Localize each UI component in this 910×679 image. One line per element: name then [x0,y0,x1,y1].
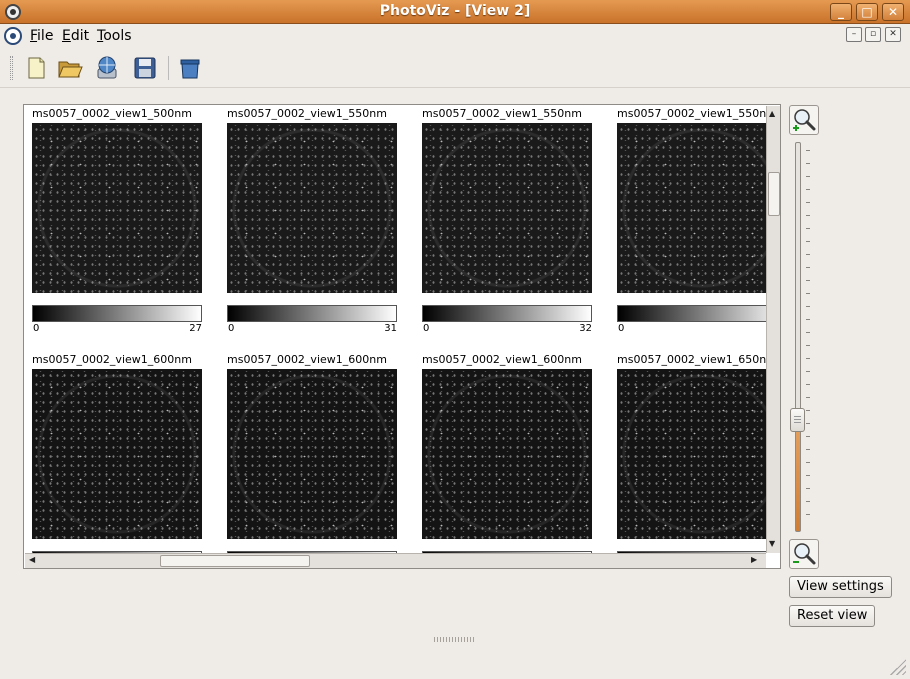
document-menu-icon[interactable] [4,27,22,45]
colorbar-min: 0 [423,323,430,334]
maximize-button[interactable]: □ [856,3,878,21]
window-resize-grip[interactable] [890,659,906,675]
menu-tools[interactable]: Tools [97,28,132,44]
image-label: ms0057_0002_view1_600nm [422,353,582,366]
image-preview[interactable] [227,123,397,293]
colorbar-max: 32 [579,323,592,334]
colorbar [227,305,397,322]
zoom-slider-ticks [806,150,810,526]
horizontal-scroll-thumb[interactable] [160,555,310,567]
scroll-down-icon[interactable]: ▼ [769,539,775,548]
colorbar-min: 0 [33,323,40,334]
zoom-out-button[interactable] [789,539,819,569]
image-preview[interactable] [422,123,592,293]
zoom-out-icon [793,543,816,565]
image-preview[interactable] [617,123,766,293]
new-document-icon[interactable] [22,54,50,82]
toolbar-grip[interactable] [10,56,13,80]
image-preview[interactable] [617,369,766,539]
image-preview[interactable] [227,369,397,539]
colorbar [32,305,202,322]
colorbar-min: 0 [228,323,235,334]
image-tile[interactable]: ms0057_0002_view1_600nm [422,353,602,553]
reset-view-button[interactable]: Reset view [789,605,876,627]
menu-file[interactable]: File [30,28,53,44]
save-disk-icon[interactable] [131,54,159,82]
splitter-handle[interactable] [434,637,474,642]
trash-icon[interactable] [176,54,204,82]
image-preview[interactable] [422,369,592,539]
image-label: ms0057_0002_view1_550nm [617,107,766,120]
image-label: ms0057_0002_view1_600nm [227,353,387,366]
zoom-slider-track[interactable] [795,142,801,532]
colorbar-min: 0 [618,323,625,334]
zoom-slider-handle[interactable] [790,408,805,432]
mdi-restore-button[interactable]: ▫ [865,27,881,42]
toolbar-separator [168,56,169,80]
colorbar-max: 31 [384,323,397,334]
image-tile[interactable]: ms0057_0002_view1_650nm [617,353,766,553]
image-label: ms0057_0002_view1_600nm [32,353,192,366]
image-tile[interactable]: ms0057_0002_view1_500nm 0 27 [32,107,212,347]
network-icon[interactable] [93,54,121,82]
image-tile[interactable]: ms0057_0002_view1_550nm 0 [617,107,766,347]
horizontal-scrollbar[interactable]: ◀ ▶ [25,553,766,568]
image-tile[interactable]: ms0057_0002_view1_600nm [227,353,407,553]
close-button[interactable]: ✕ [882,3,904,21]
image-label: ms0057_0002_view1_650nm [617,353,766,366]
minimize-button[interactable]: _ [830,3,852,21]
scroll-up-icon[interactable]: ▲ [769,109,775,118]
image-gallery: ms0057_0002_view1_500nm 0 27 ms0057_0002… [23,104,781,569]
colorbar [422,305,592,322]
mdi-close-button[interactable]: ✕ [885,27,901,42]
window-title: PhotoViz - [View 2] [379,3,531,19]
image-label: ms0057_0002_view1_550nm [422,107,582,120]
colorbar [617,305,766,322]
zoom-in-icon [793,109,816,131]
colorbar-max: 27 [189,323,202,334]
vertical-scrollbar[interactable]: ▲ ▼ [766,106,780,553]
vertical-scroll-thumb[interactable] [768,172,780,216]
image-preview[interactable] [32,369,202,539]
scroll-left-icon[interactable]: ◀ [29,555,35,564]
zoom-in-button[interactable] [789,105,819,135]
image-tile[interactable]: ms0057_0002_view1_550nm 0 32 [422,107,602,347]
title-bar: PhotoViz - [View 2] _ □ ✕ [0,0,910,24]
menu-edit[interactable]: Edit [62,28,89,44]
toolbar [0,48,910,88]
gallery-viewport[interactable]: ms0057_0002_view1_500nm 0 27 ms0057_0002… [25,106,766,553]
mdi-minimize-button[interactable]: – [846,27,862,42]
view-settings-button[interactable]: View settings [789,576,892,598]
scroll-right-icon[interactable]: ▶ [751,555,757,564]
image-preview[interactable] [32,123,202,293]
menu-bar: File Edit Tools – ▫ ✕ [0,24,910,48]
image-tile[interactable]: ms0057_0002_view1_550nm 0 31 [227,107,407,347]
image-label: ms0057_0002_view1_500nm [32,107,192,120]
open-folder-icon[interactable] [56,54,84,82]
image-tile[interactable]: ms0057_0002_view1_600nm [32,353,212,553]
image-label: ms0057_0002_view1_550nm [227,107,387,120]
